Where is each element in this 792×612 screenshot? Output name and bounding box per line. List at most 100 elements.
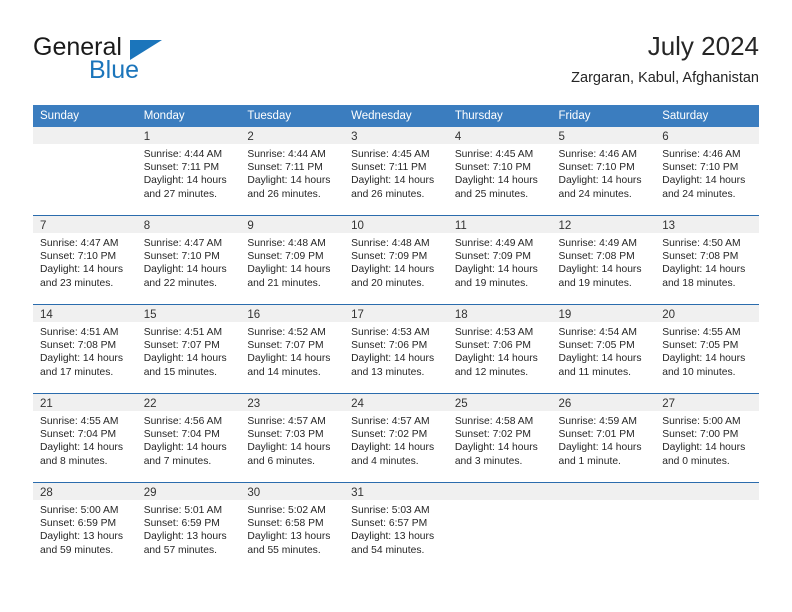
day-cell[interactable]: 17 Sunrise: 4:53 AM Sunset: 7:06 PM Dayl… [344,304,448,394]
week-row: 28 Sunrise: 5:00 AM Sunset: 6:59 PM Dayl… [33,482,759,571]
sunset-text: Sunset: 7:03 PM [247,429,324,441]
day-cell[interactable] [655,482,759,571]
day-cell[interactable]: 7 Sunrise: 4:47 AM Sunset: 7:10 PM Dayli… [33,215,137,305]
day-number-band: 11 [447,216,552,233]
sunset-text: Sunset: 7:08 PM [40,340,117,352]
sunset-text: Sunset: 7:11 PM [143,162,220,174]
sunrise-text: Sunrise: 4:51 AM [143,327,223,338]
day-cell-inner: 6 Sunrise: 4:46 AM Sunset: 7:10 PM Dayli… [655,127,759,215]
day-cell[interactable]: 25 Sunrise: 4:58 AM Sunset: 7:02 PM Dayl… [447,393,552,483]
sunset-text: Sunset: 6:58 PM [247,518,324,530]
day-cell[interactable] [33,127,137,216]
daylight-text-line2: and 59 minutes. [40,544,114,556]
day-cell[interactable]: 3 Sunrise: 4:45 AM Sunset: 7:11 PM Dayli… [344,127,448,216]
day-number-band: 30 [240,483,345,500]
day-cell[interactable]: 15 Sunrise: 4:51 AM Sunset: 7:07 PM Dayl… [136,304,241,394]
day-number-band: 25 [447,394,552,411]
weekday-header-monday: Monday [136,105,241,127]
week-row: 7 Sunrise: 4:47 AM Sunset: 7:10 PM Dayli… [33,215,759,305]
day-cell[interactable] [447,482,552,571]
day-number-band: 12 [551,216,656,233]
day-cell-inner: 19 Sunrise: 4:54 AM Sunset: 7:05 PM Dayl… [551,305,656,393]
sunset-text: Sunset: 6:59 PM [40,518,117,530]
day-cell[interactable]: 31 Sunrise: 5:03 AM Sunset: 6:57 PM Dayl… [344,482,448,571]
sunrise-text: Sunrise: 4:44 AM [247,149,326,160]
day-number: 10 [351,220,364,232]
day-cell[interactable]: 10 Sunrise: 4:48 AM Sunset: 7:09 PM Dayl… [344,215,448,305]
day-number: 2 [247,131,254,143]
day-details: Sunrise: 4:52 AM Sunset: 7:07 PM Dayligh… [240,322,344,379]
day-cell-inner: 14 Sunrise: 4:51 AM Sunset: 7:08 PM Dayl… [33,305,137,393]
day-cell[interactable]: 6 Sunrise: 4:46 AM Sunset: 7:10 PM Dayli… [655,127,759,216]
sunset-text: Sunset: 7:09 PM [454,251,531,263]
calendar-page: General Blue July 2024 Zargaran, Kabul, … [0,0,792,612]
day-details: Sunrise: 4:59 AM Sunset: 7:01 PM Dayligh… [552,411,656,468]
day-cell[interactable] [551,482,656,571]
day-details: Sunrise: 4:49 AM Sunset: 7:08 PM Dayligh… [552,233,656,290]
day-cell[interactable]: 9 Sunrise: 4:48 AM Sunset: 7:09 PM Dayli… [240,215,345,305]
day-details: Sunrise: 4:55 AM Sunset: 7:05 PM Dayligh… [655,322,759,379]
day-cell[interactable]: 5 Sunrise: 4:46 AM Sunset: 7:10 PM Dayli… [551,127,656,216]
day-cell[interactable]: 24 Sunrise: 4:57 AM Sunset: 7:02 PM Dayl… [344,393,448,483]
day-number-band: 13 [655,216,759,233]
day-cell-inner: 17 Sunrise: 4:53 AM Sunset: 7:06 PM Dayl… [344,305,448,393]
day-cell[interactable]: 22 Sunrise: 4:56 AM Sunset: 7:04 PM Dayl… [136,393,241,483]
day-cell[interactable]: 2 Sunrise: 4:44 AM Sunset: 7:11 PM Dayli… [240,127,345,216]
daylight-text-line1: Daylight: 14 hours [40,264,123,276]
day-number-band: 24 [344,394,448,411]
day-details: Sunrise: 4:53 AM Sunset: 7:06 PM Dayligh… [448,322,552,379]
day-number-band: 20 [655,305,759,322]
daylight-text-line2: and 57 minutes. [143,544,217,556]
day-cell[interactable]: 8 Sunrise: 4:47 AM Sunset: 7:10 PM Dayli… [136,215,241,305]
week-row: 14 Sunrise: 4:51 AM Sunset: 7:08 PM Dayl… [33,304,759,394]
sunrise-text: Sunrise: 4:45 AM [454,149,534,160]
daylight-text-line2: and 7 minutes. [143,455,212,467]
day-number-band: 21 [33,394,137,411]
day-details: Sunrise: 4:55 AM Sunset: 7:04 PM Dayligh… [33,411,137,468]
day-cell[interactable]: 11 Sunrise: 4:49 AM Sunset: 7:09 PM Dayl… [447,215,552,305]
day-number: 22 [143,398,157,410]
day-cell[interactable]: 12 Sunrise: 4:49 AM Sunset: 7:08 PM Dayl… [551,215,656,305]
daylight-text-line2: and 19 minutes. [558,277,632,289]
day-details: Sunrise: 4:57 AM Sunset: 7:03 PM Dayligh… [240,411,344,468]
daylight-text-line1: Daylight: 14 hours [351,264,435,276]
day-number-band: 26 [551,394,656,411]
daylight-text-line1: Daylight: 13 hours [143,531,227,543]
day-cell[interactable]: 21 Sunrise: 4:55 AM Sunset: 7:04 PM Dayl… [33,393,137,483]
daylight-text-line1: Daylight: 14 hours [558,264,642,276]
day-number-band: 10 [344,216,448,233]
day-details: Sunrise: 4:58 AM Sunset: 7:02 PM Dayligh… [448,411,552,468]
sunrise-text: Sunrise: 4:53 AM [454,327,534,338]
weekday-header-saturday: Saturday [655,105,759,127]
day-number-band: 19 [551,305,656,322]
day-cell[interactable]: 19 Sunrise: 4:54 AM Sunset: 7:05 PM Dayl… [551,304,656,394]
sunrise-text: Sunrise: 4:47 AM [143,238,223,249]
day-cell[interactable]: 4 Sunrise: 4:45 AM Sunset: 7:10 PM Dayli… [447,127,552,216]
day-cell[interactable]: 26 Sunrise: 4:59 AM Sunset: 7:01 PM Dayl… [551,393,656,483]
day-cell-inner: 16 Sunrise: 4:52 AM Sunset: 7:07 PM Dayl… [240,305,345,393]
day-cell-inner: 2 Sunrise: 4:44 AM Sunset: 7:11 PM Dayli… [240,127,345,215]
sunset-text: Sunset: 7:11 PM [247,162,323,174]
day-details: Sunrise: 4:51 AM Sunset: 7:07 PM Dayligh… [137,322,241,379]
day-cell[interactable]: 28 Sunrise: 5:00 AM Sunset: 6:59 PM Dayl… [33,482,137,571]
day-details: Sunrise: 4:48 AM Sunset: 7:09 PM Dayligh… [240,233,344,290]
day-cell[interactable]: 27 Sunrise: 5:00 AM Sunset: 7:00 PM Dayl… [655,393,759,483]
day-details: Sunrise: 4:50 AM Sunset: 7:08 PM Dayligh… [655,233,759,290]
daylight-text-line1: Daylight: 14 hours [454,442,538,454]
day-number: 19 [558,309,572,321]
daylight-text-line2: and 0 minutes. [662,455,730,467]
general-blue-logo[interactable]: General Blue [33,34,253,90]
day-cell[interactable]: 1 Sunrise: 4:44 AM Sunset: 7:11 PM Dayli… [136,127,241,216]
daylight-text-line2: and 55 minutes. [247,544,321,556]
sunrise-text: Sunrise: 4:45 AM [351,149,430,160]
day-cell[interactable]: 30 Sunrise: 5:02 AM Sunset: 6:58 PM Dayl… [240,482,345,571]
day-cell[interactable]: 20 Sunrise: 4:55 AM Sunset: 7:05 PM Dayl… [655,304,759,394]
day-cell[interactable]: 16 Sunrise: 4:52 AM Sunset: 7:07 PM Dayl… [240,304,345,394]
day-cell[interactable]: 18 Sunrise: 4:53 AM Sunset: 7:06 PM Dayl… [447,304,552,394]
day-cell-inner: 9 Sunrise: 4:48 AM Sunset: 7:09 PM Dayli… [240,216,345,304]
day-cell[interactable]: 23 Sunrise: 4:57 AM Sunset: 7:03 PM Dayl… [240,393,345,483]
day-cell[interactable]: 29 Sunrise: 5:01 AM Sunset: 6:59 PM Dayl… [136,482,241,571]
day-cell[interactable]: 14 Sunrise: 4:51 AM Sunset: 7:08 PM Dayl… [33,304,137,394]
day-cell[interactable]: 13 Sunrise: 4:50 AM Sunset: 7:08 PM Dayl… [655,215,759,305]
logo-triangle-icon [130,40,162,60]
